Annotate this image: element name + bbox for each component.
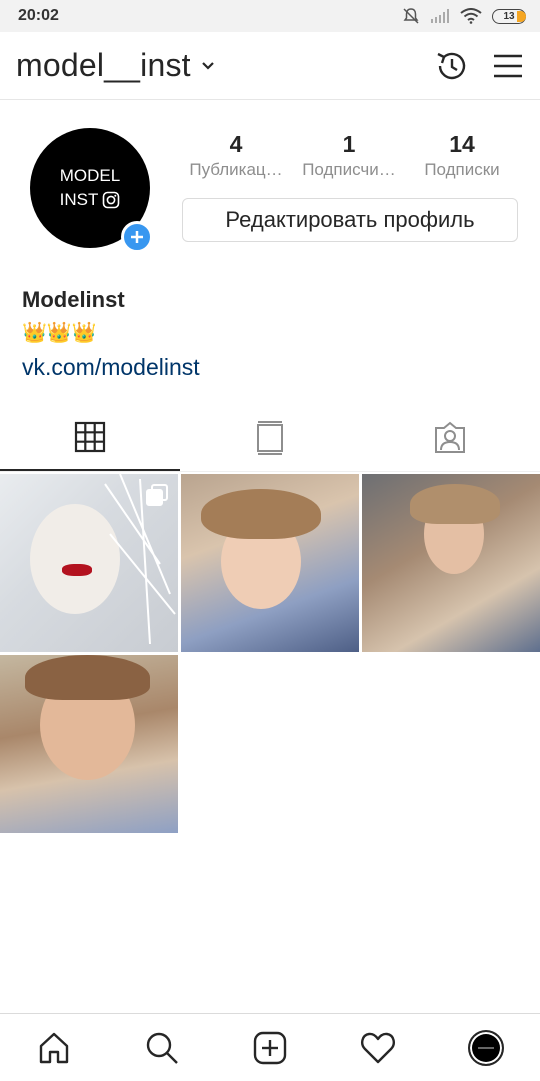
stat-posts-label: Публикац… [189,160,283,179]
bottom-navigation [0,1013,540,1081]
stat-followers-label: Подписчи… [302,160,396,179]
status-time: 20:02 [18,7,59,24]
battery-level: 13 [503,10,515,22]
stat-posts[interactable]: 4 Публикац… [181,128,291,180]
battery-icon: 13 [492,8,526,24]
post-thumbnail[interactable] [181,474,359,652]
new-post-icon [253,1031,287,1064]
tab-tagged[interactable] [360,405,540,471]
edit-profile-button[interactable]: Редактировать профиль [182,198,518,242]
avatar-text-line2: INST [59,190,99,209]
signal-icon [431,9,449,23]
add-story-button[interactable] [121,221,153,253]
status-icons: 13 [402,7,526,25]
account-switcher[interactable]: model__inst [16,47,215,84]
search-icon [146,1032,178,1064]
status-bar: 20:02 13 [0,0,540,32]
stat-posts-count: 4 [229,131,243,157]
avatar-text-line1: MODEL [59,166,121,185]
nav-home[interactable] [27,1021,81,1075]
profile-avatar-icon [468,1029,504,1066]
tagged-icon [435,421,465,453]
bio-text: 👑👑👑 [22,322,97,344]
post-thumbnail[interactable] [362,474,540,652]
tab-grid[interactable] [0,405,180,471]
nav-new-post[interactable] [243,1021,297,1075]
home-icon [39,1032,69,1063]
activity-heart-icon [361,1032,395,1063]
menu-icon[interactable] [492,52,524,80]
grid-icon [74,421,106,453]
username: model__inst [16,47,191,83]
nav-activity[interactable] [351,1021,405,1075]
instagram-logo-icon [103,191,120,209]
wifi-icon [460,8,482,24]
stat-followers[interactable]: 1 Подписчи… [294,128,404,180]
post-thumbnail[interactable] [0,655,178,833]
profile-name: Modelinst [22,287,125,312]
plus-icon [131,231,143,243]
mute-bell-icon [403,8,419,24]
nav-profile[interactable] [459,1021,513,1075]
tab-igtv[interactable] [180,405,360,471]
nav-search[interactable] [135,1021,189,1075]
archive-history-icon[interactable] [434,48,470,84]
post-thumbnail[interactable] [0,474,178,652]
stat-following-count: 14 [449,131,475,157]
profile-link[interactable]: vk.com/modelinst [22,350,200,384]
profile-bio: Modelinst 👑👑👑 vk.com/modelinst [22,284,200,384]
stat-followers-count: 1 [342,131,356,157]
igtv-icon [257,421,283,455]
multi-photo-icon [146,484,168,506]
stat-following[interactable]: 14 Подписки [407,128,517,180]
profile-stats: 4 Публикац… 1 Подписчи… 14 Подписки [181,128,517,180]
stat-following-label: Подписки [424,160,500,179]
profile-tabs [0,405,540,472]
profile-header: model__inst [0,32,540,100]
chevron-down-icon [201,61,214,70]
